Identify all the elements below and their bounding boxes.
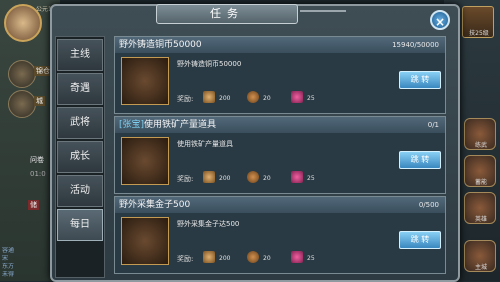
right-label-3: 英雄	[474, 216, 487, 223]
task-tab-bar: 主线 奇遇 武将 成长 活动 每日	[55, 36, 105, 278]
reward-value: 25	[307, 175, 315, 182]
survey-label[interactable]: 问卷	[28, 155, 46, 165]
title-decoration	[300, 10, 346, 12]
right-label-1: 练武	[474, 142, 487, 149]
tab-daily[interactable]: 每日	[57, 209, 103, 241]
coin-crate-icon	[203, 171, 215, 183]
gem-icon	[291, 171, 303, 183]
coin-crate-icon	[203, 251, 215, 263]
task-title: 野外铸造铜币50000	[119, 40, 202, 50]
ore-hand-icon	[121, 217, 169, 265]
reward-label: 奖励:	[177, 95, 194, 103]
right-label-5: 主城	[474, 264, 487, 271]
task-header: 野外采集金子500 0/500	[115, 197, 445, 213]
task-card: [张宝]使用铁矿产量道具 0/1 使用铁矿产量道具 奖励: 200 20 25 …	[114, 116, 446, 194]
gem-icon	[291, 91, 303, 103]
reward-value: 25	[307, 255, 315, 262]
task-title: [张宝]使用铁矿产量道具	[119, 120, 217, 130]
close-button[interactable]: ×	[430, 10, 450, 30]
city-orb-icon[interactable]	[8, 90, 36, 118]
task-description: 使用铁矿产量道具	[177, 140, 233, 148]
reward-value: 20	[263, 175, 271, 182]
money-bag-icon	[121, 137, 169, 185]
dialog-title: 任务	[156, 4, 298, 24]
side-label-2: 城	[34, 96, 45, 106]
reward-label: 奖励:	[177, 175, 194, 183]
task-card: 野外铸造铜币50000 15940/50000 野外铸造铜币50000 奖励: …	[114, 36, 446, 114]
tab-events[interactable]: 活动	[57, 175, 103, 207]
reward-value: 200	[219, 95, 231, 102]
go-button[interactable]: 跳 转	[399, 71, 441, 89]
tech-level-label: 技25级	[469, 30, 489, 37]
task-progress: 0/500	[418, 201, 439, 209]
reward-label: 奖励:	[177, 255, 194, 263]
tab-growth[interactable]: 成长	[57, 141, 103, 173]
copper-coin-icon	[247, 251, 259, 263]
timer-label: 01:0	[30, 170, 46, 178]
reward-value: 200	[219, 255, 231, 262]
tab-encounter[interactable]: 奇遇	[57, 73, 103, 105]
copper-coin-icon	[247, 171, 259, 183]
gem-icon	[291, 251, 303, 263]
task-header: 野外铸造铜币50000 15940/50000	[115, 37, 445, 53]
store-label[interactable]: 储	[28, 200, 39, 210]
task-description: 野外采集金子达500	[177, 220, 240, 228]
copper-coin-icon	[247, 91, 259, 103]
tab-generals[interactable]: 武将	[57, 107, 103, 139]
task-description: 野外铸造铜币50000	[177, 60, 242, 68]
task-progress: 15940/50000	[392, 41, 439, 49]
reward-value: 25	[307, 95, 315, 102]
ore-hand-icon	[121, 57, 169, 105]
task-progress: 0/1	[427, 121, 439, 129]
reward-value: 20	[263, 95, 271, 102]
resource-orb-icon[interactable]	[8, 60, 36, 88]
right-label-2: 蓄能	[474, 179, 487, 186]
tab-main[interactable]: 主线	[57, 39, 103, 71]
task-title: 野外采集金子500	[119, 200, 191, 210]
reward-value: 20	[263, 255, 271, 262]
coin-crate-icon	[203, 91, 215, 103]
go-button[interactable]: 跳 转	[399, 231, 441, 249]
go-button[interactable]: 跳 转	[399, 151, 441, 169]
task-header: [张宝]使用铁矿产量道具 0/1	[115, 117, 445, 133]
reward-value: 200	[219, 175, 231, 182]
task-card: 野外采集金子500 0/500 野外采集金子达500 奖励: 200 20 25…	[114, 196, 446, 274]
